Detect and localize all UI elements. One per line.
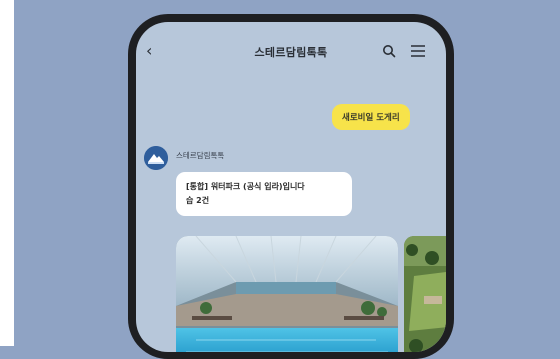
received-message-line: 습 2건 <box>186 196 210 205</box>
aerial-photo-card[interactable] <box>404 236 446 352</box>
received-message-bubble[interactable]: [통합] 워터파크 (공식 입라)입니다 습 2건 <box>176 172 352 216</box>
indoor-pool-image <box>176 236 398 352</box>
received-message-line: [통합] 워터파크 (공식 입라)입니다 <box>186 182 305 191</box>
sender-name: 스테르담림톡톡 <box>176 151 225 160</box>
aerial-view-image <box>404 236 446 352</box>
avatar[interactable] <box>144 146 168 170</box>
sent-message-bubble[interactable]: 새로비일 도게리 <box>332 104 410 130</box>
left-edge-strip <box>0 0 14 346</box>
search-icon[interactable] <box>382 44 396 58</box>
chat-title: 스테르담림톡톡 <box>254 46 328 59</box>
chat-screen: ‹ 스테르담림톡톡 새로비일 도게리 스테르담림톡톡 [통합] 워터파크 (공식… <box>136 22 446 352</box>
hamburger-menu-icon[interactable] <box>410 44 426 58</box>
chat-header: ‹ 스테르담림톡톡 <box>136 22 446 80</box>
pool-photo-card[interactable] <box>176 236 398 352</box>
chevron-left-icon[interactable]: ‹ <box>146 43 156 59</box>
mountain-logo-icon <box>144 146 168 170</box>
